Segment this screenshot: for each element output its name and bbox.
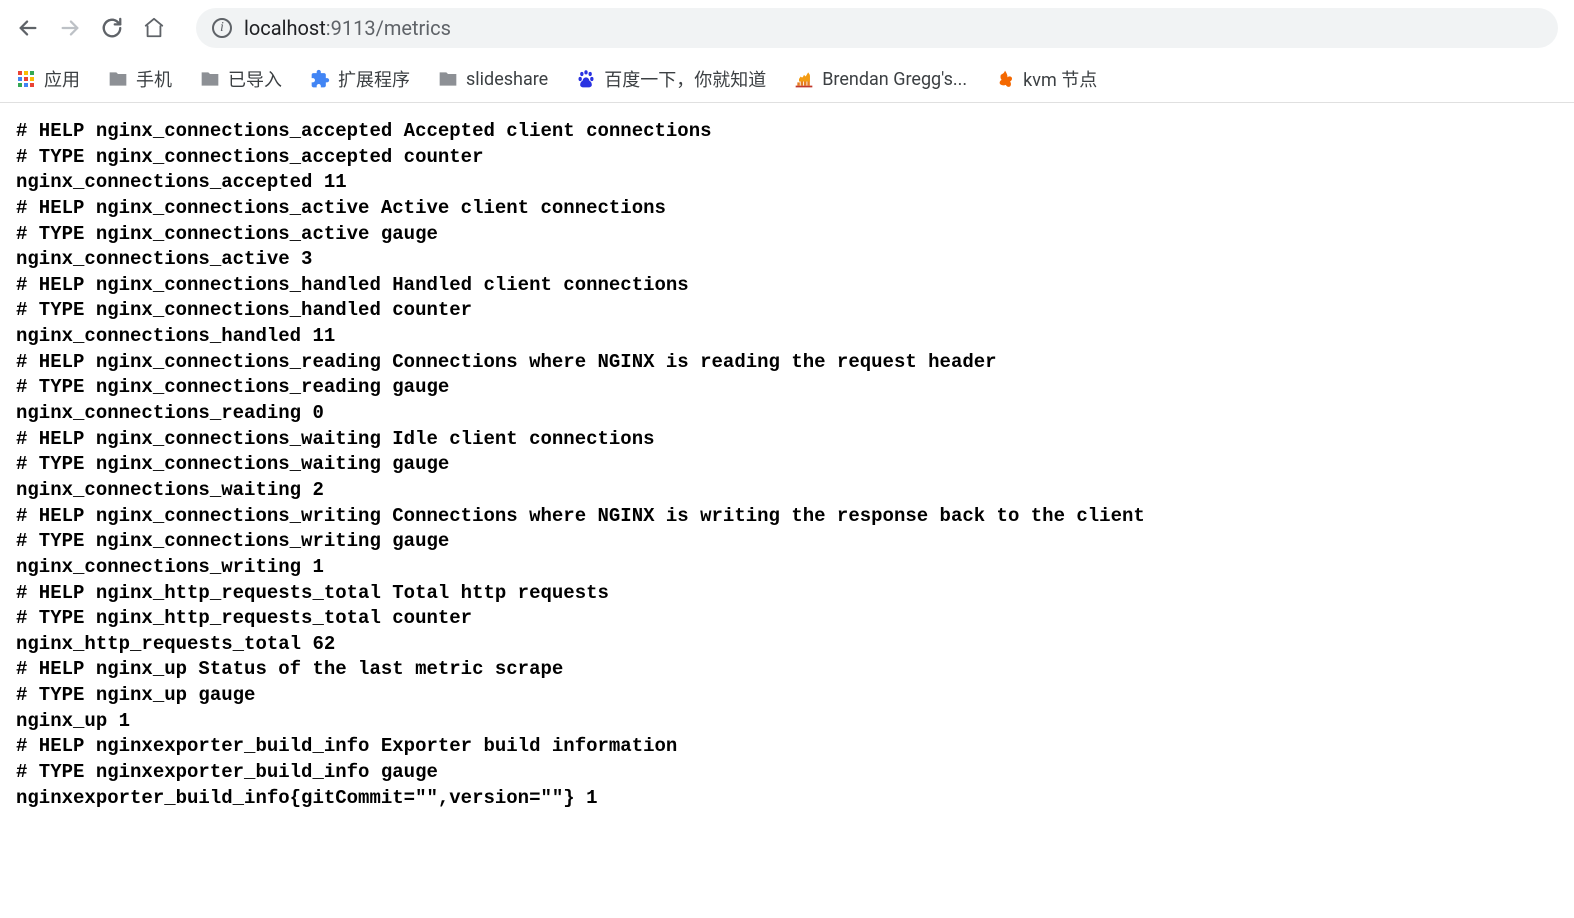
flame-icon (794, 69, 814, 89)
bookmark-kvm[interactable]: kvm 节点 (995, 66, 1097, 92)
bookmark-slideshare[interactable]: slideshare (438, 69, 548, 90)
puzzle-icon (310, 69, 330, 89)
bookmark-label: Brendan Gregg's... (822, 69, 967, 90)
grafana-icon (995, 69, 1015, 89)
url-path: :9113/metrics (326, 16, 451, 40)
bookmarks-bar: 应用 手机 已导入 扩展程序 slideshare 百度一下，你就知道 Br (0, 56, 1574, 103)
metrics-content: # HELP nginx_connections_accepted Accept… (0, 103, 1574, 827)
address-bar[interactable]: i localhost:9113/metrics (196, 8, 1558, 48)
bookmark-label: 手机 (136, 66, 172, 92)
site-info-icon[interactable]: i (212, 18, 232, 38)
forward-button[interactable] (58, 16, 82, 40)
folder-icon (108, 69, 128, 89)
bookmark-label: 扩展程序 (338, 66, 410, 92)
bookmark-phone[interactable]: 手机 (108, 66, 172, 92)
bookmark-baidu[interactable]: 百度一下，你就知道 (576, 66, 766, 92)
bookmark-label: 已导入 (228, 66, 282, 92)
url-text: localhost:9113/metrics (244, 16, 451, 40)
folder-icon (200, 69, 220, 89)
back-button[interactable] (16, 16, 40, 40)
bookmark-label: 百度一下，你就知道 (604, 66, 766, 92)
bookmark-imported[interactable]: 已导入 (200, 66, 282, 92)
url-host: localhost (244, 16, 326, 40)
reload-button[interactable] (100, 16, 124, 40)
bookmark-label: kvm 节点 (1023, 66, 1097, 92)
baidu-icon (576, 69, 596, 89)
bookmark-apps[interactable]: 应用 (16, 66, 80, 92)
bookmark-extensions[interactable]: 扩展程序 (310, 66, 410, 92)
bookmark-brendan-gregg[interactable]: Brendan Gregg's... (794, 69, 967, 90)
folder-icon (438, 69, 458, 89)
bookmark-label: slideshare (466, 69, 548, 90)
browser-toolbar: i localhost:9113/metrics (0, 0, 1574, 56)
apps-icon (16, 69, 36, 89)
bookmark-label: 应用 (44, 66, 80, 92)
home-button[interactable] (142, 16, 166, 40)
